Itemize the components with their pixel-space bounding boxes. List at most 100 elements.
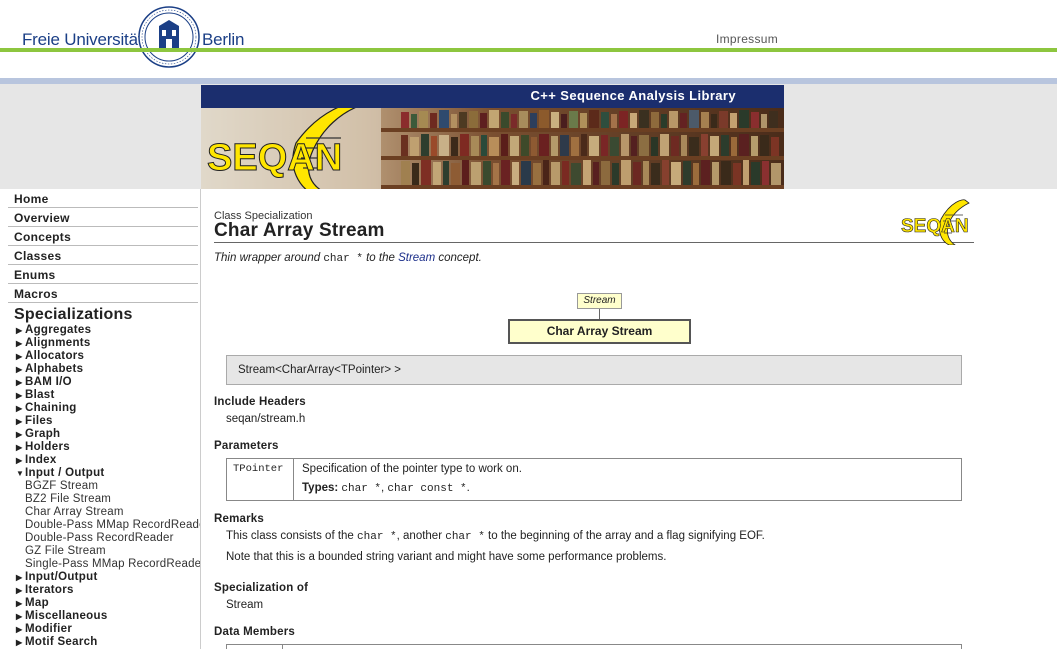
tree-item-label[interactable]: Files xyxy=(25,415,53,427)
tree-subitem[interactable]: Double-Pass MMap RecordReader xyxy=(0,519,200,532)
sidebar-nav-overview[interactable]: Overview xyxy=(8,208,198,227)
tree-item-label[interactable]: Chaining xyxy=(25,402,77,414)
collapsed-triangle-icon[interactable]: ▶ xyxy=(16,350,22,363)
tree-item[interactable]: ▶ Aggregates xyxy=(0,324,200,337)
diagram-parent-box[interactable]: Stream xyxy=(577,293,622,309)
param-name: TPointer xyxy=(227,459,294,500)
tree-subitem[interactable]: BGZF Stream xyxy=(0,480,200,493)
collapsed-triangle-icon[interactable]: ▶ xyxy=(16,454,22,467)
tree-subitem[interactable]: GZ File Stream xyxy=(0,545,200,558)
tree-item[interactable]: ▶ Input/Output xyxy=(0,571,200,584)
tree-item[interactable]: ▶ Holders xyxy=(0,441,200,454)
collapsed-triangle-icon[interactable]: ▶ xyxy=(16,623,22,636)
bookshelf-banner-image: SEQAN xyxy=(201,108,784,189)
sidebar: Home Overview Concepts Classes Enums Macros S… xyxy=(0,189,201,649)
collapsed-triangle-icon[interactable]: ▶ xyxy=(16,389,22,402)
tree-item-label[interactable]: Input / Output xyxy=(25,467,105,479)
param-types-label: Types: xyxy=(302,482,339,494)
tree-item[interactable]: ▶ Alphabets xyxy=(0,363,200,376)
tree-item-label[interactable]: Iterators xyxy=(25,584,74,596)
remarks-text-c: to the beginning of the array and a flag… xyxy=(484,530,765,542)
tree-item-label[interactable]: Alphabets xyxy=(25,363,83,375)
sidebar-nav-classes[interactable]: Classes xyxy=(8,246,198,265)
tree-item[interactable]: ▶ BAM I/O xyxy=(0,376,200,389)
banner-title: C++ Sequence Analysis Library xyxy=(530,88,736,103)
tree-item-label[interactable]: Graph xyxy=(25,428,60,440)
tree-item[interactable]: ▶ Motif Search xyxy=(0,636,200,649)
tree-subitem[interactable]: BZ2 File Stream xyxy=(0,493,200,506)
tree-item-label[interactable]: Map xyxy=(25,597,49,609)
summary-code: char * xyxy=(323,253,363,265)
impressum-link[interactable]: Impressum xyxy=(716,32,778,46)
seqan-banner: C++ Sequence Analysis Library SEQAN xyxy=(201,85,784,189)
tree-item-label[interactable]: Miscellaneous xyxy=(25,610,108,622)
page-title: Char Array Stream xyxy=(214,220,385,241)
collapsed-triangle-icon[interactable]: ▶ xyxy=(16,324,22,337)
tree-item-label[interactable]: Blast xyxy=(25,389,55,401)
tree-item-label[interactable]: Alignments xyxy=(25,337,91,349)
collapsed-triangle-icon[interactable]: ▶ xyxy=(16,363,22,376)
tree-item-label[interactable]: BAM I/O xyxy=(25,376,72,388)
sidebar-nav-concepts[interactable]: Concepts xyxy=(8,227,198,246)
class-signature: Stream<CharArray<TPointer> > xyxy=(226,355,962,385)
tree-item[interactable]: ▶ Map xyxy=(0,597,200,610)
expanded-triangle-icon[interactable]: ▼ xyxy=(16,467,24,480)
param-types: Types: char *, char const *. xyxy=(302,482,470,495)
collapsed-triangle-icon[interactable]: ▶ xyxy=(16,610,22,623)
tree-subitem[interactable]: Char Array Stream xyxy=(0,506,200,519)
tree-item-label[interactable]: Holders xyxy=(25,441,70,453)
collapsed-triangle-icon[interactable]: ▶ xyxy=(16,584,22,597)
tree-item-label[interactable]: Modifier xyxy=(25,623,72,635)
remarks-code-2: char * xyxy=(445,531,485,543)
sidebar-heading-specializations: Specializations xyxy=(14,306,133,323)
summary-stream-link[interactable]: Stream xyxy=(398,252,435,264)
tree-item[interactable]: ▶ Blast xyxy=(0,389,200,402)
tree-item-label[interactable]: Index xyxy=(25,454,57,466)
param-description: Specification of the pointer type to wor… xyxy=(302,463,522,475)
main-content: Class Specialization Char Array Stream S… xyxy=(201,189,1057,649)
university-header: Freie Universität Berlin Impressum xyxy=(0,0,1057,84)
tree-item-label[interactable]: Aggregates xyxy=(25,324,91,336)
specialization-of-stream-link[interactable]: Stream xyxy=(226,599,263,611)
remarks-text-a: This class consists of the xyxy=(226,530,358,542)
collapsed-triangle-icon[interactable]: ▶ xyxy=(16,402,22,415)
parameters-table: TPointer Specification of the pointer ty… xyxy=(226,458,962,501)
param-type-1: char * xyxy=(341,483,382,495)
collapsed-triangle-icon[interactable]: ▶ xyxy=(16,636,22,649)
collapsed-triangle-icon[interactable]: ▶ xyxy=(16,441,22,454)
sidebar-nav-enums[interactable]: Enums xyxy=(8,265,198,284)
tree-item[interactable]: ▼ Input / Output xyxy=(0,467,200,480)
tree-item-label[interactable]: Allocators xyxy=(25,350,84,362)
collapsed-triangle-icon[interactable]: ▶ xyxy=(16,337,22,350)
banner-title-bar: C++ Sequence Analysis Library xyxy=(201,85,784,108)
include-header-value: seqan/stream.h xyxy=(226,413,306,425)
collapsed-triangle-icon[interactable]: ▶ xyxy=(16,597,22,610)
tree-item-label[interactable]: Motif Search xyxy=(25,636,98,648)
tree-item-label[interactable]: Input/Output xyxy=(25,571,98,583)
sidebar-nav-home[interactable]: Home xyxy=(8,191,198,208)
tree-item[interactable]: ▶ Chaining xyxy=(0,402,200,415)
remarks-text-b: , another xyxy=(396,530,446,542)
tree-item[interactable]: ▶ Miscellaneous xyxy=(0,610,200,623)
tree-item[interactable]: ▶ Iterators xyxy=(0,584,200,597)
tree-item[interactable]: ▶ Allocators xyxy=(0,350,200,363)
tree-item[interactable]: ▶ Index xyxy=(0,454,200,467)
tree-item[interactable]: ▶ Alignments xyxy=(0,337,200,350)
tree-item[interactable]: ▶ Graph xyxy=(0,428,200,441)
remarks-heading: Remarks xyxy=(214,513,264,525)
data-members-heading: Data Members xyxy=(214,626,296,638)
collapsed-triangle-icon[interactable]: ▶ xyxy=(16,571,22,584)
remarks-line-2: Note that this is a bounded string varia… xyxy=(226,551,667,563)
tree-item[interactable]: ▶ Files xyxy=(0,415,200,428)
small-logo-text: SEQAN xyxy=(901,216,969,237)
diagram-connector xyxy=(599,309,600,319)
collapsed-triangle-icon[interactable]: ▶ xyxy=(16,376,22,389)
tree-item[interactable]: ▶ Modifier xyxy=(0,623,200,636)
tree-subitem[interactable]: Double-Pass RecordReader xyxy=(0,532,200,545)
collapsed-triangle-icon[interactable]: ▶ xyxy=(16,415,22,428)
data-members-divider xyxy=(282,645,283,649)
tree-subitem[interactable]: Single-Pass MMap RecordReader xyxy=(0,558,200,571)
sidebar-nav-macros[interactable]: Macros xyxy=(8,284,198,303)
header-green-rule xyxy=(0,48,1057,52)
collapsed-triangle-icon[interactable]: ▶ xyxy=(16,428,22,441)
